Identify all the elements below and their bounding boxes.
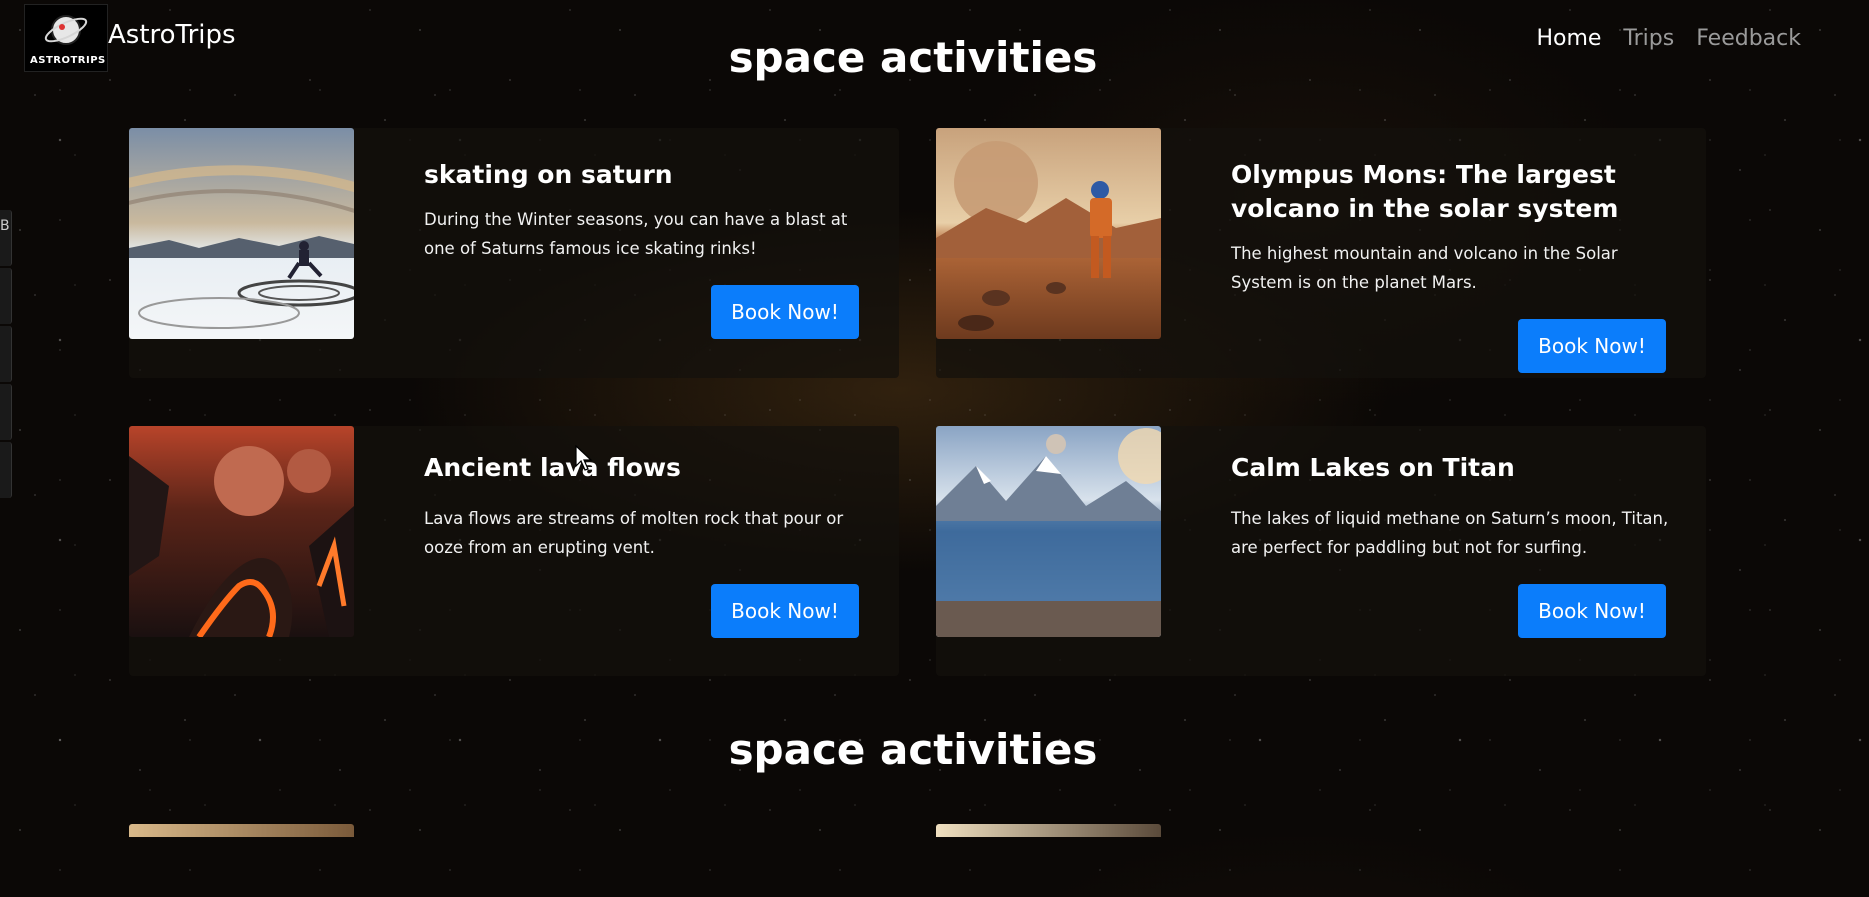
card-title: skating on saturn: [424, 160, 673, 189]
book-now-button[interactable]: Book Now!: [1518, 584, 1666, 638]
card-text: During the Winter seasons, you can have …: [424, 210, 848, 258]
book-now-button[interactable]: Book Now!: [1518, 319, 1666, 373]
activity-image-partial: [936, 824, 1161, 837]
card-title: Olympus Mons: The largest volcano in the…: [1231, 160, 1619, 223]
activity-card: Olympus Mons: The largest volcano in the…: [936, 128, 1706, 378]
starfield-background: [0, 0, 1869, 837]
book-now-button[interactable]: Book Now!: [711, 285, 859, 339]
mouse-cursor-icon: [575, 445, 593, 471]
titan-lake-image: [936, 426, 1161, 637]
side-edge-widget[interactable]: [0, 210, 12, 530]
card-title: Calm Lakes on Titan: [1231, 453, 1515, 482]
activity-card: Ancient lava flows Lava flows are stream…: [129, 426, 899, 676]
saturn-skating-image: [129, 128, 354, 339]
side-edge-letter: B: [0, 218, 10, 234]
card-title: Ancient lava flows: [424, 453, 681, 482]
card-text: The highest mountain and volcano in the …: [1231, 244, 1618, 292]
mars-astronaut-image: [936, 128, 1161, 339]
book-now-button[interactable]: Book Now!: [711, 584, 859, 638]
lava-flow-image: [129, 426, 354, 637]
section-title: space activities: [728, 725, 1098, 774]
activity-card: skating on saturn During the Winter seas…: [129, 128, 899, 378]
section-title: space activities: [728, 33, 1098, 82]
activity-image-partial: [129, 824, 354, 837]
card-text: The lakes of liquid methane on Saturn’s …: [1231, 509, 1669, 557]
card-text: Lava flows are streams of molten rock th…: [424, 509, 844, 557]
activity-card: Calm Lakes on Titan The lakes of liquid …: [936, 426, 1706, 676]
